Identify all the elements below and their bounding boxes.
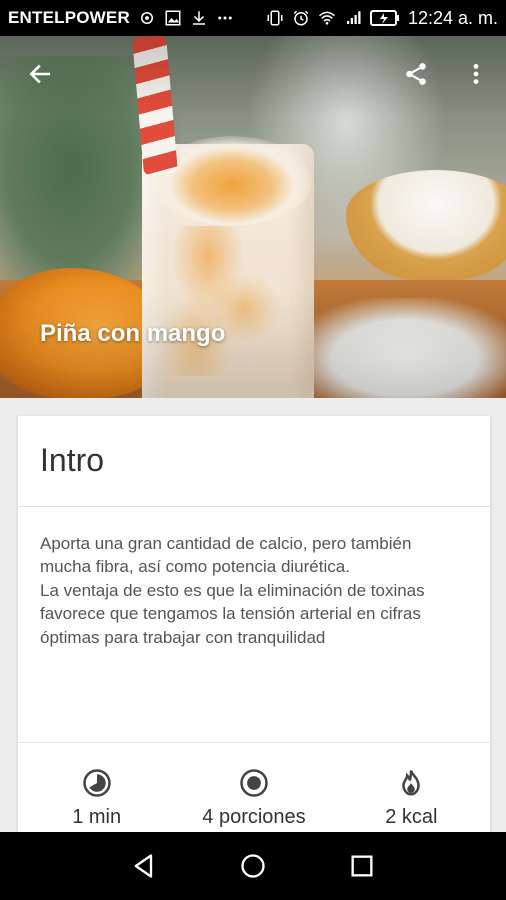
back-button[interactable] <box>18 52 62 96</box>
stat-time: 1 min <box>18 756 175 836</box>
card-title: Intro <box>40 442 105 478</box>
status-left: ENTELPOWER <box>8 8 266 28</box>
nav-home-button[interactable] <box>229 842 277 890</box>
status-right: 12:24 a. m. <box>266 8 498 29</box>
download-icon <box>190 9 208 27</box>
battery-icon <box>369 9 400 27</box>
hero-image: Piña con mango <box>0 36 506 398</box>
nav-back-button[interactable] <box>120 842 168 890</box>
divider <box>18 506 490 507</box>
signal-icon <box>344 9 362 27</box>
more-notifications-icon <box>216 9 234 27</box>
status-bar: ENTELPOWER 12:24 a. m. <box>0 0 506 36</box>
clock: 12:24 a. m. <box>407 7 498 28</box>
system-nav-bar <box>0 832 506 900</box>
image-icon <box>164 9 182 27</box>
back-triangle-icon <box>130 852 158 880</box>
clock-icon <box>82 768 112 798</box>
carrier-name: ENTELPOWER <box>8 8 130 27</box>
recents-square-icon <box>348 852 376 880</box>
recipe-title: Piña con mango <box>40 320 226 347</box>
fire-icon <box>396 768 426 798</box>
divider <box>18 742 490 743</box>
more-vert-icon <box>463 61 489 87</box>
wifi-icon <box>318 9 336 27</box>
intro-card: Intro Aporta una gran cantidad de calcio… <box>18 416 490 846</box>
back-arrow-icon <box>27 61 53 87</box>
description-paragraph-1: Aporta una gran cantidad de calcio, pero… <box>40 534 412 577</box>
servings-icon <box>239 768 269 798</box>
recipe-stats: 1 min 4 porciones 2 kcal <box>18 756 490 836</box>
stat-time-label: 1 min <box>72 806 122 828</box>
stat-calories: 2 kcal <box>333 756 490 836</box>
vibrate-icon <box>266 9 284 27</box>
stat-servings-label: 4 porciones <box>202 806 306 828</box>
sync-icon <box>138 9 156 27</box>
description-paragraph-2: La ventaja de esto es que la eliminación… <box>40 580 425 647</box>
home-circle-icon <box>239 852 267 880</box>
card-description: Aporta una gran cantidad de calcio, pero… <box>40 532 460 649</box>
share-icon <box>403 61 429 87</box>
alarm-icon <box>292 9 310 27</box>
stat-servings: 4 porciones <box>175 756 332 836</box>
more-options-button[interactable] <box>454 52 498 96</box>
share-button[interactable] <box>394 52 438 96</box>
nav-recents-button[interactable] <box>338 842 386 890</box>
stat-calories-label: 2 kcal <box>385 806 438 828</box>
